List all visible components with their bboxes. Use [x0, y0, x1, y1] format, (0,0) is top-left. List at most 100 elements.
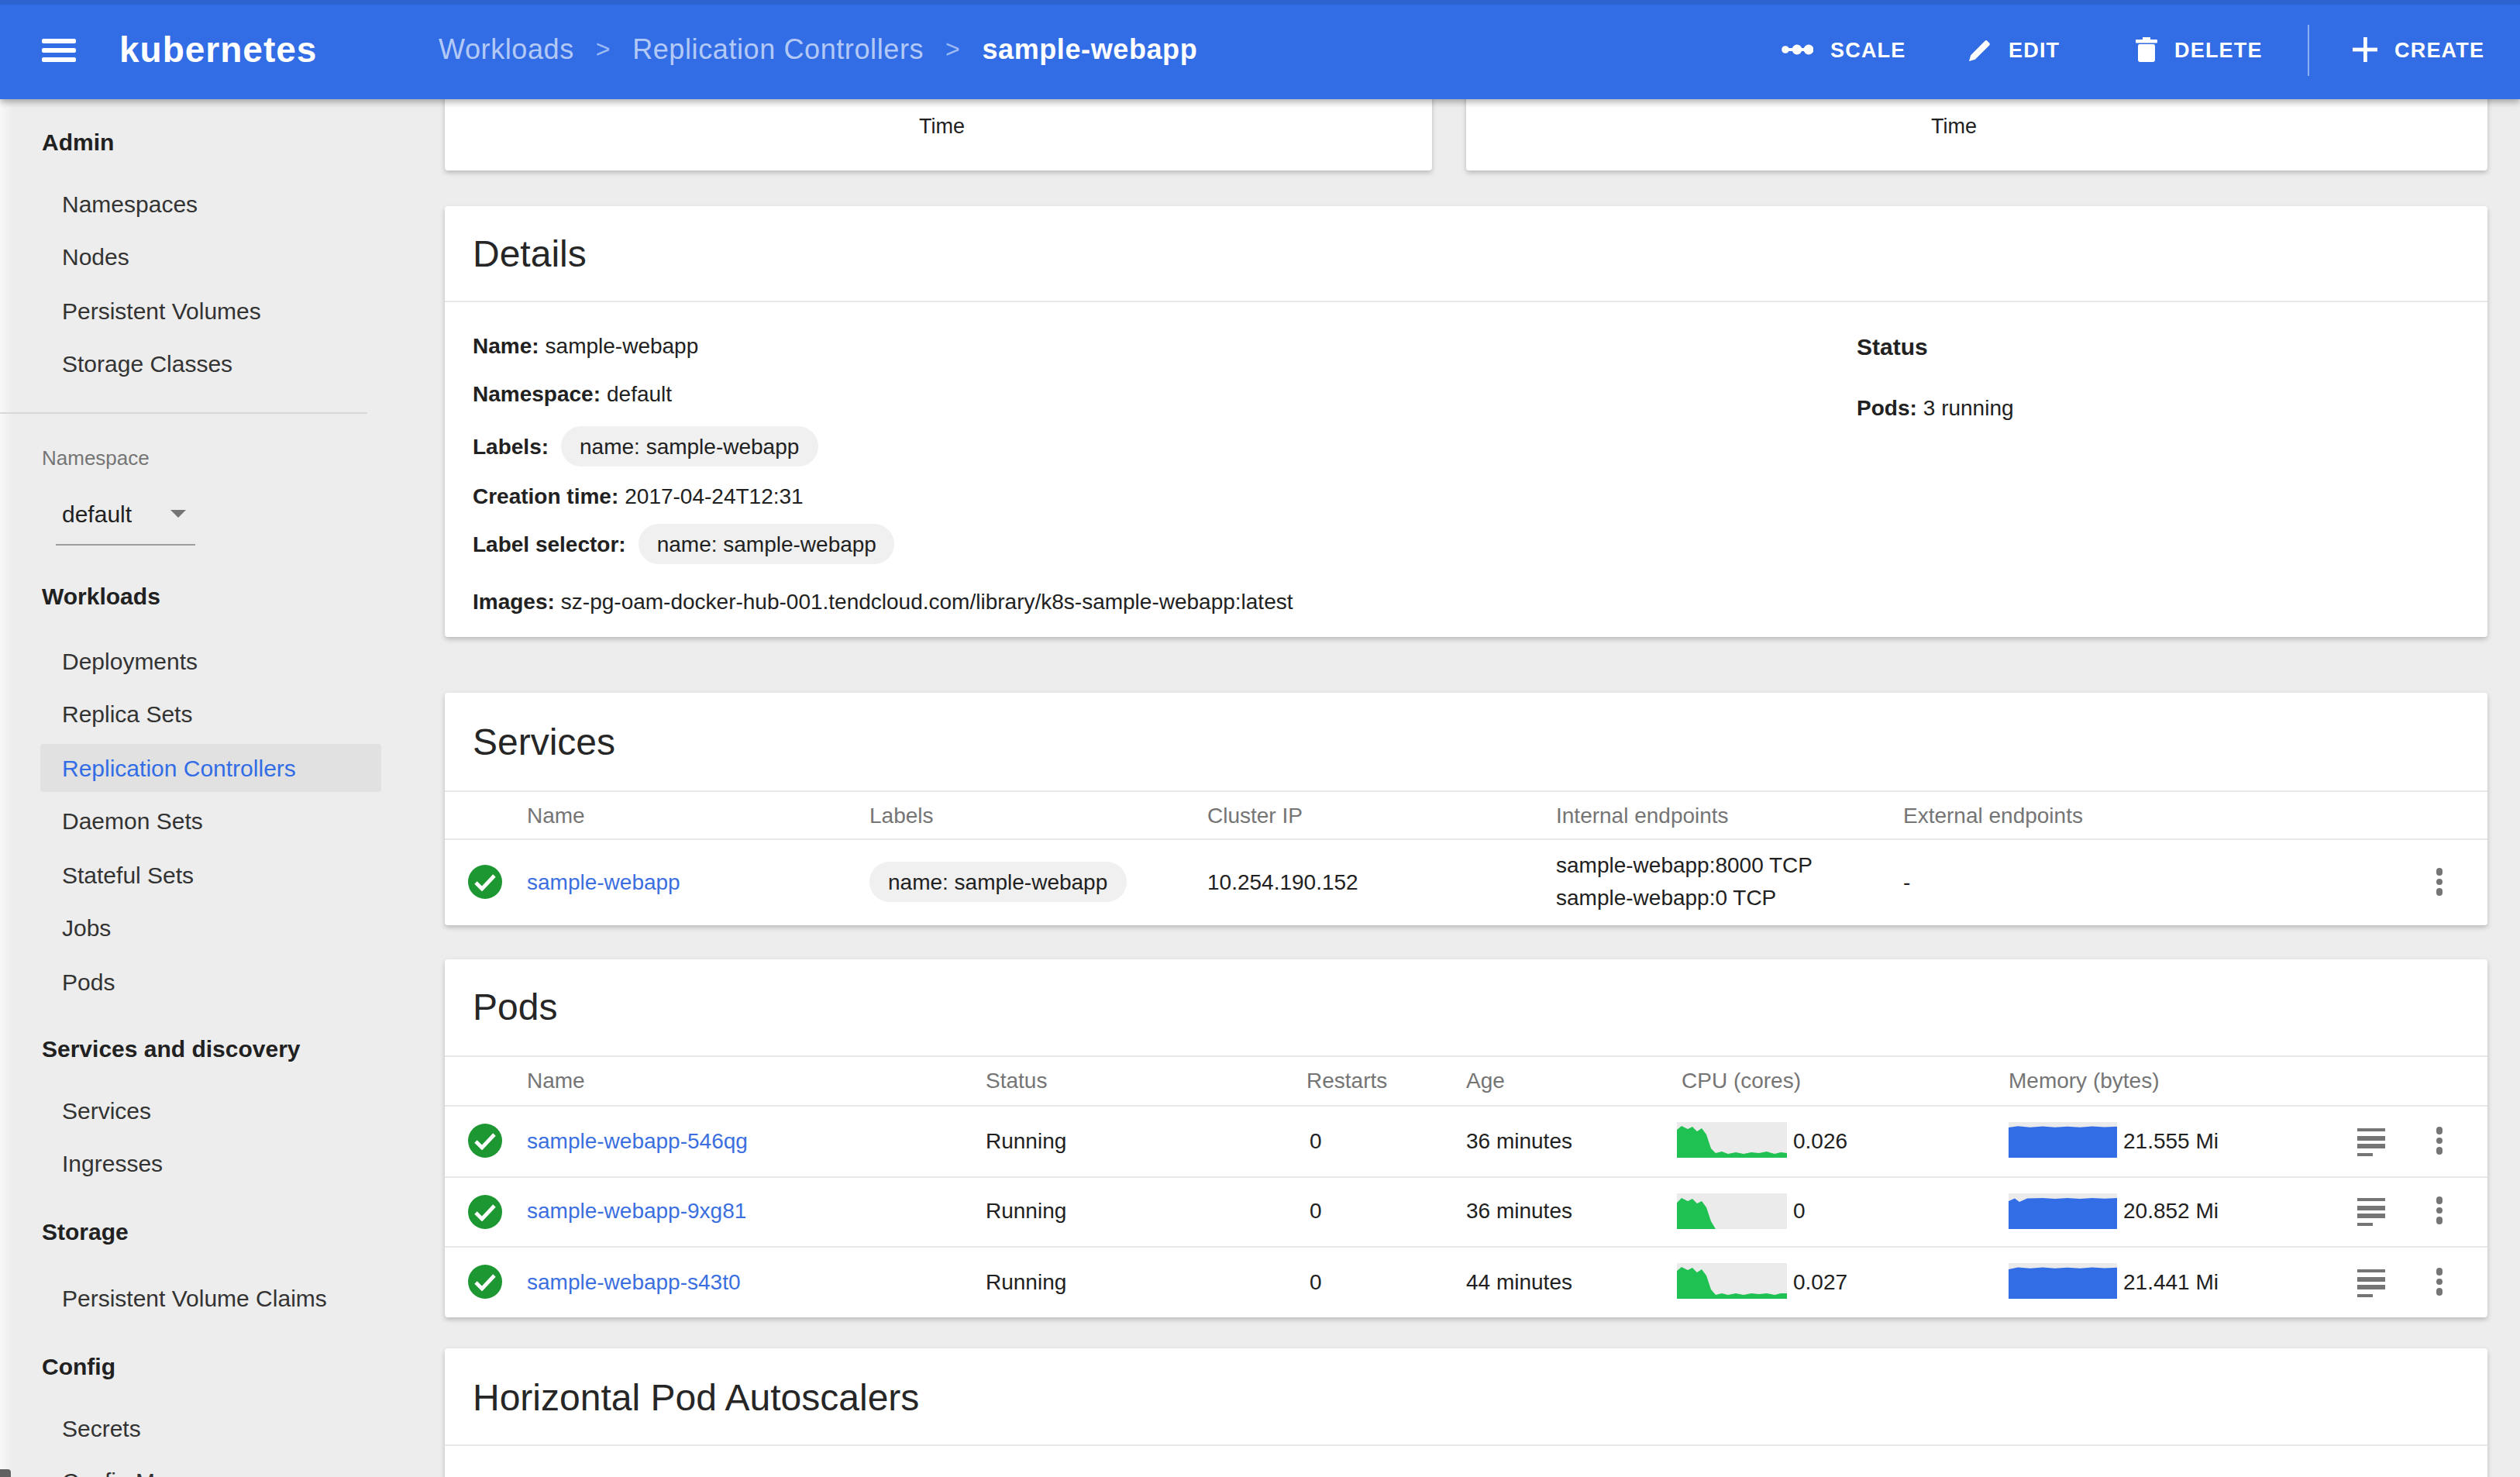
sidebar-item-config-maps[interactable]: Config Maps — [62, 1465, 192, 1477]
service-endpoint-1: sample-webapp:8000 TCP — [1556, 849, 1813, 880]
header-actions-divider — [2308, 25, 2309, 76]
pod-memory-value: 21.555 Mi — [2123, 1125, 2219, 1156]
pods-col-memory: Memory (bytes) — [2009, 1065, 2159, 1096]
sidebar-section-discovery: Services and discovery — [42, 1034, 301, 1065]
pods-col-name: Name — [527, 1065, 585, 1096]
pod-status: Running — [986, 1195, 1066, 1226]
pod-restarts: 0 — [1310, 1195, 1322, 1226]
pods-card: Pods Name Status Restarts Age CPU (cores… — [445, 959, 2487, 1317]
sidebar-divider — [0, 412, 367, 414]
scale-button[interactable]: SCALE — [1781, 0, 1906, 99]
pod-status: Running — [986, 1125, 1066, 1156]
create-button[interactable]: CREATE — [2353, 0, 2484, 99]
services-col-internal-endpoints: Internal endpoints — [1556, 800, 1729, 831]
pod-cpu-value: 0 — [1793, 1195, 1806, 1226]
breadcrumb-workloads[interactable]: Workloads — [439, 33, 574, 66]
breadcrumb-replication-controllers[interactable]: Replication Controllers — [632, 33, 924, 66]
namespace-select-underline — [56, 544, 195, 546]
status-title: Status — [1857, 332, 1928, 363]
pod-name-link[interactable]: sample-webapp-s43t0 — [527, 1266, 741, 1297]
pod-name-link[interactable]: sample-webapp-546qg — [527, 1125, 748, 1156]
sidebar-item-replication-controllers[interactable]: Replication Controllers — [62, 752, 296, 783]
namespace-label: Namespace — [42, 443, 150, 474]
pod-ok-icon — [468, 1195, 502, 1229]
app-logo: kubernetes — [119, 0, 317, 99]
sidebar-section-storage: Storage — [42, 1216, 129, 1247]
kubernetes-dashboard: Time Time Details Name:sample-webapp Nam… — [0, 0, 2520, 1477]
pod-memory-bar — [2009, 1122, 2117, 1158]
pod-logs-icon[interactable] — [2357, 1128, 2385, 1153]
service-cluster-ip: 10.254.190.152 — [1207, 866, 1358, 897]
pod-menu-icon[interactable] — [2427, 1265, 2452, 1299]
label-chip: name: sample-webapp — [561, 426, 818, 467]
pod-ok-icon — [468, 1265, 502, 1299]
pod-cpu-sparkline — [1677, 1122, 1787, 1158]
pod-menu-icon[interactable] — [2427, 1193, 2452, 1227]
pod-status: Running — [986, 1266, 1066, 1297]
sidebar-item-replica-sets[interactable]: Replica Sets — [62, 699, 192, 730]
sidebar-scroll-nub — [0, 1469, 11, 1477]
breadcrumb-current: sample-webapp — [982, 33, 1197, 66]
sidebar-item-stateful-sets[interactable]: Stateful Sets — [62, 859, 194, 890]
sidebar-item-persistent-volume-claims[interactable]: Persistent Volume Claims — [62, 1283, 327, 1314]
sidebar-item-storage-classes[interactable]: Storage Classes — [62, 349, 232, 380]
breadcrumb-separator-icon: > — [945, 36, 960, 64]
sidebar-item-persistent-volumes[interactable]: Persistent Volumes — [62, 295, 261, 326]
cpu-chart-time-axis-label: Time — [919, 112, 965, 143]
services-col-labels: Labels — [869, 800, 934, 831]
label-selector-chip: name: sample-webapp — [639, 524, 895, 564]
sidebar-item-daemon-sets[interactable]: Daemon Sets — [62, 806, 203, 837]
sidebar-item-nodes[interactable]: Nodes — [62, 242, 129, 273]
service-name-link[interactable]: sample-webapp — [527, 866, 680, 897]
pod-menu-icon[interactable] — [2427, 1124, 2452, 1158]
services-col-name: Name — [527, 800, 585, 831]
details-title: Details — [473, 232, 587, 276]
pod-age: 36 minutes — [1466, 1125, 1572, 1156]
pod-logs-icon[interactable] — [2357, 1269, 2385, 1294]
sidebar-section-config: Config — [42, 1351, 115, 1382]
sidebar-item-secrets[interactable]: Secrets — [62, 1413, 141, 1444]
sidebar-item-services[interactable]: Services — [62, 1096, 151, 1127]
pod-cpu-sparkline — [1677, 1193, 1787, 1229]
detail-label-selector: Label selector:name: sample-webapp — [473, 524, 895, 564]
sidebar-item-ingresses[interactable]: Ingresses — [62, 1149, 163, 1180]
services-col-external-endpoints: External endpoints — [1903, 800, 2083, 831]
namespace-dropdown-icon[interactable] — [170, 510, 186, 518]
pod-logs-icon[interactable] — [2357, 1198, 2385, 1223]
pod-age: 44 minutes — [1466, 1266, 1572, 1297]
menu-icon[interactable] — [42, 39, 76, 62]
sidebar-item-namespaces[interactable]: Namespaces — [62, 188, 198, 219]
service-endpoint-2: sample-webapp:0 TCP — [1556, 882, 1776, 913]
pod-age: 36 minutes — [1466, 1195, 1572, 1226]
pod-memory-bar — [2009, 1263, 2117, 1299]
breadcrumb: Workloads > Replication Controllers > sa… — [439, 0, 1197, 99]
pods-col-age: Age — [1466, 1065, 1505, 1096]
service-labels-chip: name: sample-webapp — [869, 862, 1126, 902]
status-pods: Pods:3 running — [1857, 392, 2014, 423]
pod-restarts: 0 — [1310, 1125, 1322, 1156]
plus-icon — [2353, 37, 2377, 62]
detail-labels: Labels:name: sample-webapp — [473, 426, 818, 467]
sidebar-section-admin: Admin — [42, 127, 114, 158]
pods-title: Pods — [473, 986, 557, 1029]
sidebar-item-jobs[interactable]: Jobs — [62, 913, 111, 944]
sidebar-item-pods[interactable]: Pods — [62, 966, 115, 997]
edit-icon — [1968, 38, 1992, 61]
pods-col-cpu: CPU (cores) — [1682, 1065, 1801, 1096]
pod-cpu-sparkline — [1677, 1263, 1787, 1299]
hpa-title: Horizontal Pod Autoscalers — [473, 1376, 919, 1420]
sidebar-item-deployments[interactable]: Deployments — [62, 646, 198, 677]
detail-namespace: Namespace:default — [473, 377, 672, 408]
pod-ok-icon — [468, 1124, 502, 1158]
pod-name-link[interactable]: sample-webapp-9xg81 — [527, 1195, 746, 1226]
memory-chart-time-axis-label: Time — [1931, 112, 1977, 143]
service-menu-icon[interactable] — [2427, 865, 2452, 899]
details-card: Details Name:sample-webapp Namespace:def… — [445, 206, 2487, 637]
pod-memory-value: 21.441 Mi — [2123, 1266, 2219, 1297]
sidebar: Admin Namespaces Nodes Persistent Volume… — [0, 99, 387, 1477]
edit-button[interactable]: EDIT — [1968, 0, 2060, 99]
namespace-select[interactable]: default — [62, 497, 132, 530]
pod-cpu-value: 0.027 — [1793, 1266, 1847, 1297]
delete-button[interactable]: DELETE — [2136, 0, 2263, 99]
service-external-endpoint: - — [1903, 866, 1910, 897]
